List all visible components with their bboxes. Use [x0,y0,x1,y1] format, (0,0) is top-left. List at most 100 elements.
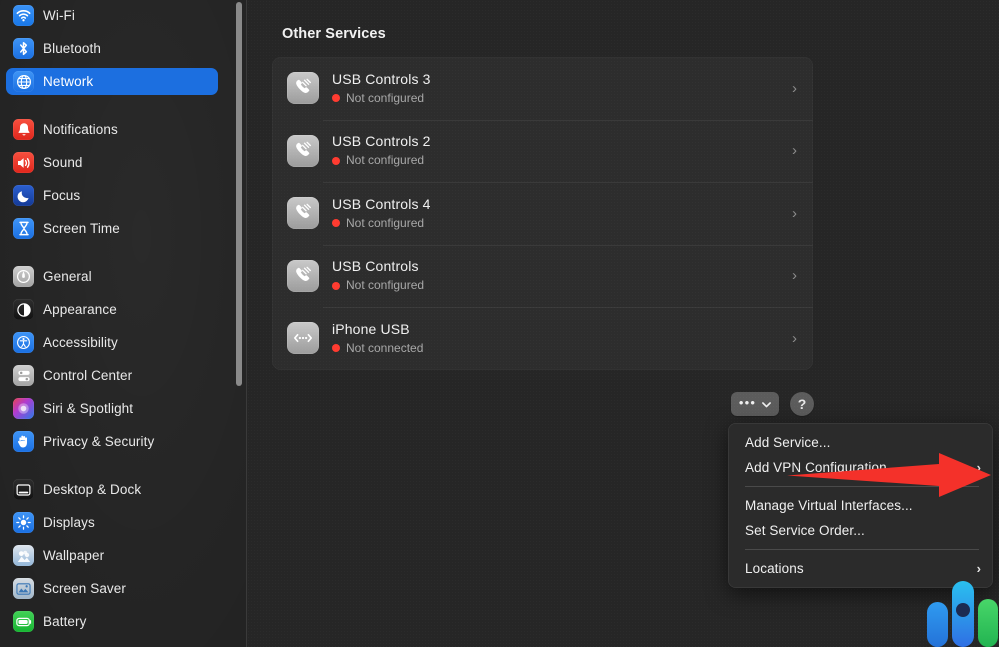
status-dot-icon [332,94,340,103]
sidebar-item-label: Desktop & Dock [43,482,142,497]
ellipsis-icon: ••• [738,395,757,410]
sidebar-item-label: Focus [43,188,81,203]
status-dot-icon [332,281,340,290]
sound-speaker-icon [13,152,34,173]
menu-item-manage-virtual-interfaces[interactable]: Manage Virtual Interfaces... [728,493,993,518]
sidebar-item-bluetooth[interactable]: Bluetooth [6,35,218,62]
service-status-label: Not configured [346,215,425,230]
screen-time-hourglass-icon [13,218,34,239]
sidebar-item-accessibility[interactable]: Accessibility [6,329,218,356]
sidebar-item-displays[interactable]: Displays [6,509,218,536]
chevron-right-icon[interactable]: › [792,81,797,96]
service-text: USB Controls 4 Not configured [332,196,792,231]
question-mark-icon: ? [797,396,807,412]
service-status-label: Not configured [346,153,425,168]
battery-icon [13,611,34,632]
sidebar-item-general[interactable]: General [6,263,218,290]
sidebar-item-label: Notifications [43,122,118,137]
status-dot-icon [332,219,340,228]
appearance-contrast-icon [13,299,34,320]
menu-separator [745,486,979,487]
sidebar-item-label: Battery [43,614,87,629]
modem-phone-icon [287,197,319,230]
sidebar-scrollbar[interactable] [236,2,242,386]
service-row[interactable]: USB Controls 4 Not configured › [272,182,813,245]
service-row[interactable]: USB Controls 2 Not configured › [272,119,813,183]
accessibility-person-icon [13,332,34,353]
sidebar-item-wi-fi[interactable]: Wi-Fi [6,2,218,29]
menu-item-set-service-order[interactable]: Set Service Order... [728,518,993,543]
status-dot-icon [332,344,340,353]
main-content-pane: Other Services USB Controls 3 Not configu… [247,0,999,647]
menu-separator [745,549,979,550]
sidebar-item-control-center[interactable]: Control Center [6,362,218,389]
sidebar-item-label: Bluetooth [43,41,101,56]
chevron-right-icon[interactable]: › [792,268,797,283]
service-name: USB Controls 4 [332,195,431,212]
help-button[interactable]: ? [790,392,814,416]
menu-item-label: Locations [745,561,804,576]
service-text: iPhone USB Not connected [332,321,792,356]
sidebar-item-battery[interactable]: Battery [6,608,218,635]
sidebar-item-label: Network [43,74,94,89]
screen-saver-icon [13,578,34,599]
service-row[interactable]: iPhone USB Not connected › [272,307,813,370]
service-status: Not configured [332,216,792,231]
service-name: USB Controls [332,258,419,275]
sidebar-item-label: Wi-Fi [43,8,75,23]
menu-item-add-vpn-configuration[interactable]: Add VPN Configuration › [728,455,993,480]
wallpaper-icon [13,545,34,566]
service-text: USB Controls 2 Not configured [332,133,792,168]
wifi-icon [13,5,34,26]
service-name: USB Controls 2 [332,133,431,150]
sidebar-scroll-container[interactable]: Wi-Fi Bluetooth Network Notifications Sound F… [0,0,246,647]
sidebar-item-label: Control Center [43,368,133,383]
modem-phone-icon [287,72,319,105]
service-status: Not connected [332,341,792,356]
submenu-chevron-icon: › [976,561,981,576]
other-services-list: USB Controls 3 Not configured › USB Control… [272,57,813,370]
desktop-dock-icon [13,479,34,500]
page-title: Other Services [282,26,386,42]
service-status-label: Not configured [346,278,425,293]
status-dot-icon [332,156,340,165]
sidebar-item-label: Wallpaper [43,548,105,563]
sidebar: Wi-Fi Bluetooth Network Notifications Sound F… [0,0,246,647]
system-settings-window: Wi-Fi Bluetooth Network Notifications Sound F… [0,0,999,647]
service-row[interactable]: USB Controls 3 Not configured › [272,57,813,120]
sidebar-item-network[interactable]: Network [6,68,218,95]
sidebar-item-screen-saver[interactable]: Screen Saver [6,575,218,602]
service-name: USB Controls 3 [332,70,431,87]
sidebar-item-desktop-dock[interactable]: Desktop & Dock [6,476,218,503]
sidebar-item-wallpaper[interactable]: Wallpaper [6,542,218,569]
control-center-icon [13,365,34,386]
service-row[interactable]: USB Controls Not configured › [272,244,813,308]
chevron-right-icon[interactable]: › [792,331,797,346]
sidebar-item-siri-spotlight[interactable]: Siri & Spotlight [6,395,218,422]
service-status: Not configured [332,278,792,293]
more-options-menu: Add Service... Add VPN Configuration › Mana… [728,423,993,588]
modem-phone-icon [287,134,319,167]
chevron-right-icon[interactable]: › [792,206,797,221]
sidebar-item-label: Privacy & Security [43,434,155,449]
menu-item-add-service[interactable]: Add Service... [728,430,993,455]
menu-item-locations[interactable]: Locations › [728,556,993,581]
sidebar-item-label: Appearance [43,302,117,317]
service-status-label: Not connected [346,340,424,355]
chevron-right-icon[interactable]: › [792,143,797,158]
sidebar-item-label: Siri & Spotlight [43,401,134,416]
usb-connector-icon [287,322,319,355]
sidebar-item-privacy-security[interactable]: Privacy & Security [6,428,218,455]
modem-phone-icon [287,259,319,292]
bluetooth-icon [13,38,34,59]
service-status: Not configured [332,153,792,168]
service-text: USB Controls 3 Not configured [332,71,792,106]
sidebar-item-label: Displays [43,515,95,530]
sidebar-item-focus[interactable]: Focus [6,182,218,209]
sidebar-item-screen-time[interactable]: Screen Time [6,215,218,242]
sidebar-item-notifications[interactable]: Notifications [6,116,218,143]
sidebar-item-sound[interactable]: Sound [6,149,218,176]
more-options-button[interactable]: ••• [731,392,779,416]
sidebar-item-label: Sound [43,155,83,170]
sidebar-item-appearance[interactable]: Appearance [6,296,218,323]
